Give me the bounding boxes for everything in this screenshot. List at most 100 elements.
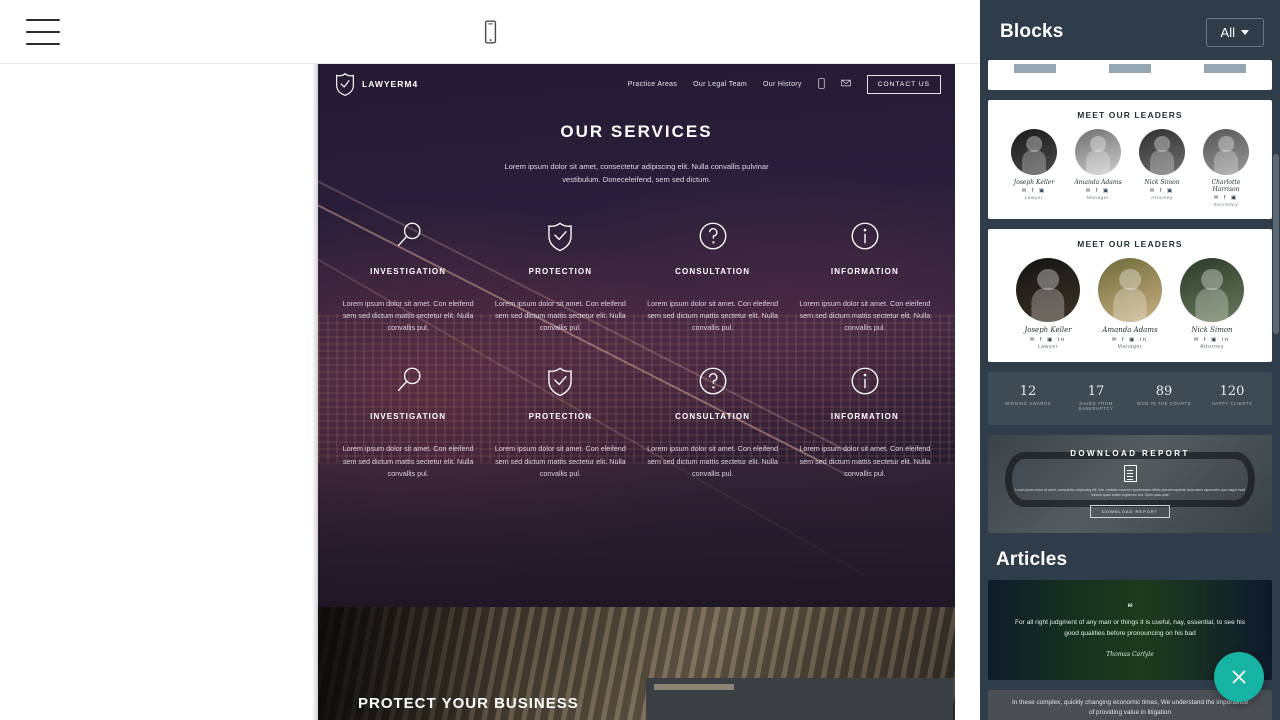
service-name: INVESTIGATION xyxy=(370,266,447,276)
panel-scrollbar[interactable] xyxy=(1273,64,1279,664)
member-role: Attorney xyxy=(1199,343,1225,350)
service-name: CONSULTATION xyxy=(675,266,751,276)
protect-business-section: PROTECT YOUR BUSINESS xyxy=(318,607,955,720)
service-card[interactable]: PROTECTION Lorem ipsum dolor sit amet. C… xyxy=(484,360,636,480)
service-desc: Lorem ipsum dolor sit amet. Con eleifend… xyxy=(647,298,779,333)
social-icons[interactable]: ✉ f ▣ xyxy=(1135,188,1189,194)
team-member[interactable]: Amanda Adams ✉ f ▣ Manager xyxy=(1071,129,1125,207)
nav-link-our-legal-team[interactable]: Our Legal Team xyxy=(693,81,747,88)
blocks-panel: Blocks All MEET OUR LEADERS Joseph Kelle… xyxy=(980,0,1280,720)
team-member[interactable]: Joseph Keller ✉ f ▣ in Lawyer xyxy=(1012,258,1084,350)
phone-icon[interactable] xyxy=(818,77,825,91)
report-text: Lorem ipsum dolor sit amet, consectetur … xyxy=(1014,487,1246,497)
block-filter-dropdown[interactable]: All xyxy=(1205,17,1264,47)
member-role: Attorney xyxy=(1151,195,1173,201)
hamburger-menu-icon[interactable] xyxy=(26,18,60,45)
mobile-device-icon[interactable] xyxy=(470,12,510,52)
panel-scrollbar-thumb[interactable] xyxy=(1273,154,1279,334)
service-card[interactable]: CONSULTATION Lorem ipsum dolor sit amet.… xyxy=(637,215,789,335)
block-team-grayscale[interactable]: MEET OUR LEADERS Joseph Keller ✉ f ▣ Law… xyxy=(988,100,1272,220)
team-member[interactable]: Amanda Adams ✉ f ▣ in Manager xyxy=(1094,258,1166,350)
team-member[interactable]: Nick Simon ✉ f ▣ Attorney xyxy=(1135,129,1189,207)
service-card[interactable]: PROTECTION Lorem ipsum dolor sit amet. C… xyxy=(484,215,636,335)
placeholder-bar xyxy=(1203,64,1246,73)
contact-us-button[interactable]: CONTACT US xyxy=(866,74,941,94)
member-role: Secretary xyxy=(1213,202,1239,208)
block-thumbnail-partial[interactable] xyxy=(988,60,1272,90)
service-name: INVESTIGATION xyxy=(370,412,447,422)
protect-business-title: PROTECT YOUR BUSINESS xyxy=(358,695,579,712)
report-content: DOWNLOAD REPORT Lorem ipsum dolor sit am… xyxy=(988,435,1272,518)
video-placeholder-card[interactable] xyxy=(646,678,953,720)
counter-value: 89 xyxy=(1155,383,1173,399)
services-subtitle: Lorem ipsum dolor sit amet, consectetur … xyxy=(504,162,769,185)
article-text: In these complex, quickly changing econo… xyxy=(1011,698,1249,716)
social-icons[interactable]: ✉ f ▣ in xyxy=(1012,337,1084,343)
social-icons[interactable]: ✉ f ▣ in xyxy=(1176,337,1248,343)
nav-link-our-history[interactable]: Our History xyxy=(763,81,802,88)
member-role: Manager xyxy=(1117,343,1143,350)
block-team-color[interactable]: MEET OUR LEADERS Joseph Keller ✉ f ▣ in … xyxy=(988,229,1272,362)
service-desc: Lorem ipsum dolor sit amet. Con eleifend… xyxy=(342,298,474,333)
member-name: Charlotte Harrison xyxy=(1211,179,1241,194)
social-icons[interactable]: ✉ f ▣ xyxy=(1199,195,1253,201)
counter-label: HAPPY CLIENTS xyxy=(1211,400,1253,406)
team-row: Joseph Keller ✉ f ▣ Lawyer Amanda Adams … xyxy=(996,129,1264,207)
quote-author: Thomas Carlyle xyxy=(1106,650,1154,658)
social-icons[interactable]: ✉ f ▣ in xyxy=(1094,337,1166,343)
member-name: Amanda Adams xyxy=(1102,326,1158,335)
counter-label: WINNING AWARDS xyxy=(1004,400,1051,406)
team-member[interactable]: Nick Simon ✉ f ▣ in Attorney xyxy=(1176,258,1248,350)
counter-value: 120 xyxy=(1219,383,1245,399)
service-card[interactable]: INFORMATION Lorem ipsum dolor sit amet. … xyxy=(789,360,941,480)
team-member[interactable]: Charlotte Harrison ✉ f ▣ Secretary xyxy=(1199,129,1253,207)
quote-icon: ❝ xyxy=(1127,600,1133,614)
placeholder-bar xyxy=(1014,64,1057,73)
counter-label: SAVED FROM BANKRUPTCY xyxy=(1078,400,1114,411)
blocks-list[interactable]: MEET OUR LEADERS Joseph Keller ✉ f ▣ Law… xyxy=(980,60,1280,720)
counter-value: 12 xyxy=(1019,383,1037,399)
preview-canvas: OUR SERVICES Lorem ipsum dolor sit amet,… xyxy=(0,64,980,720)
team-member[interactable]: Joseph Keller ✉ f ▣ Lawyer xyxy=(1007,129,1061,207)
nav-link-practice-areas[interactable]: Practice Areas xyxy=(628,81,677,88)
service-desc: Lorem ipsum dolor sit amet. Con eleifend… xyxy=(799,298,931,333)
avatar xyxy=(1180,258,1244,323)
service-card[interactable]: INFORMATION Lorem ipsum dolor sit amet. … xyxy=(789,215,941,335)
site-preview[interactable]: OUR SERVICES Lorem ipsum dolor sit amet,… xyxy=(318,64,955,720)
shield-check-icon xyxy=(335,72,355,97)
question-circle-icon xyxy=(645,215,781,257)
service-card[interactable]: CONSULTATION Lorem ipsum dolor sit amet.… xyxy=(637,360,789,480)
site-brand[interactable]: LAWYERM4 xyxy=(335,72,418,97)
service-card[interactable]: INVESTIGATION Lorem ipsum dolor sit amet… xyxy=(332,215,484,335)
services-row-2: INVESTIGATION Lorem ipsum dolor sit amet… xyxy=(318,360,955,480)
social-icons[interactable]: ✉ f ▣ xyxy=(1007,188,1061,194)
shield-check-icon xyxy=(492,215,628,257)
services-content: OUR SERVICES Lorem ipsum dolor sit amet,… xyxy=(318,64,955,607)
avatar xyxy=(1098,258,1162,323)
service-name: INFORMATION xyxy=(830,266,899,276)
service-desc: Lorem ipsum dolor sit amet. Con eleifend… xyxy=(342,444,474,478)
services-title: OUR SERVICES xyxy=(560,122,713,141)
shield-check-icon xyxy=(492,360,628,402)
magnifier-icon xyxy=(340,360,476,402)
info-circle-icon xyxy=(797,360,933,402)
member-role: Lawyer xyxy=(1037,343,1059,350)
canvas-left-shadow xyxy=(312,64,318,720)
close-panel-button[interactable] xyxy=(1214,652,1264,702)
chevron-down-icon xyxy=(1241,29,1249,35)
brand-name: LAWYERM4 xyxy=(362,79,419,89)
block-download-report[interactable]: DOWNLOAD REPORT Lorem ipsum dolor sit am… xyxy=(988,434,1272,533)
service-name: PROTECTION xyxy=(528,412,593,422)
social-icons[interactable]: ✉ f ▣ xyxy=(1071,188,1125,194)
service-desc: Lorem ipsum dolor sit amet. Con eleifend… xyxy=(799,444,931,478)
avatar xyxy=(1016,258,1080,323)
blocks-panel-header: Blocks All xyxy=(980,0,1280,64)
block-counters[interactable]: 12 WINNING AWARDS 17 SAVED FROM BANKRUPT… xyxy=(988,371,1272,425)
service-desc: Lorem ipsum dolor sit amet. Con eleifend… xyxy=(647,444,779,478)
download-report-button[interactable]: DOWNLOAD REPORT xyxy=(1089,504,1171,518)
member-name: Joseph Keller xyxy=(1024,326,1072,335)
question-circle-icon xyxy=(645,360,781,402)
info-circle-icon xyxy=(797,215,933,257)
mail-icon[interactable] xyxy=(841,79,851,89)
service-card[interactable]: INVESTIGATION Lorem ipsum dolor sit amet… xyxy=(332,360,484,480)
